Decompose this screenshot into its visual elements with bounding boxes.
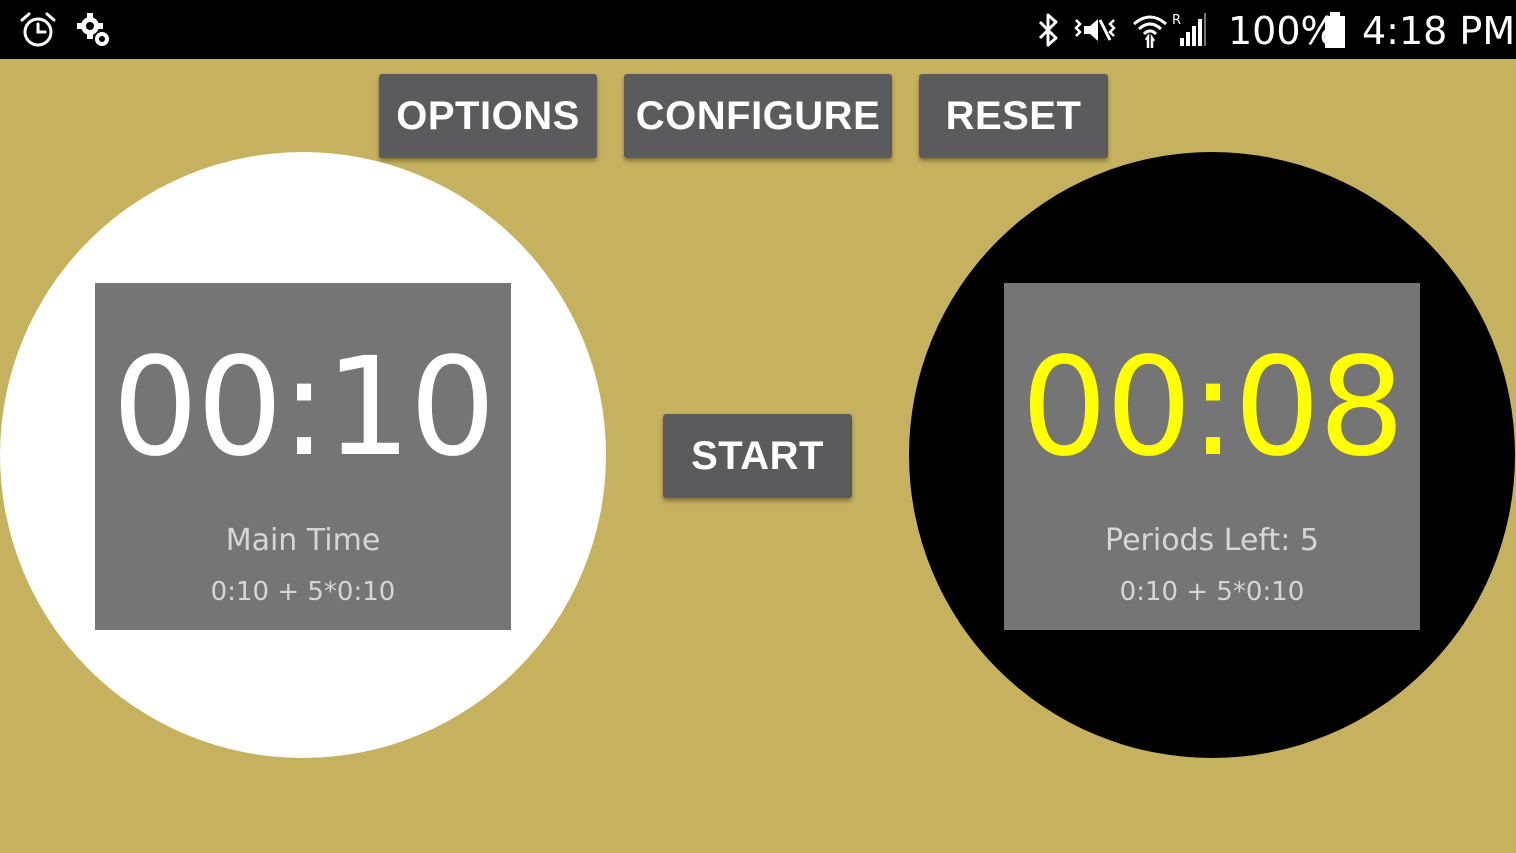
right-clock-time: 00:08	[1021, 329, 1405, 487]
reset-button[interactable]: RESET	[919, 74, 1108, 158]
start-button[interactable]: START	[663, 414, 852, 498]
right-clock-label: Periods Left: 5	[1105, 523, 1319, 558]
battery-percent: 100%	[1228, 9, 1337, 53]
settings-gear-icon	[74, 10, 114, 50]
left-clock-time: 00:10	[112, 329, 496, 487]
battery-icon	[1322, 10, 1348, 50]
configure-button[interactable]: CONFIGURE	[624, 74, 892, 158]
wifi-icon	[1130, 10, 1170, 50]
status-bar: R 100% 4:18 PM	[0, 0, 1516, 59]
clock-time: 4:18 PM	[1362, 9, 1516, 53]
right-clock-settings: 0:10 + 5*0:10	[1119, 577, 1305, 607]
svg-text:R: R	[1172, 13, 1181, 28]
vibrate-mute-icon	[1070, 10, 1122, 50]
left-clock-label: Main Time	[225, 523, 381, 558]
left-clock-settings: 0:10 + 5*0:10	[210, 577, 396, 607]
left-clock-panel[interactable]: 00:10 Main Time 0:10 + 5*0:10	[95, 283, 511, 630]
bluetooth-icon	[1032, 10, 1072, 50]
cellular-signal-icon: R	[1170, 10, 1210, 50]
options-button[interactable]: OPTIONS	[379, 74, 597, 158]
right-clock-panel[interactable]: 00:08 Periods Left: 5 0:10 + 5*0:10	[1004, 283, 1420, 630]
alarm-clock-icon	[18, 10, 58, 50]
